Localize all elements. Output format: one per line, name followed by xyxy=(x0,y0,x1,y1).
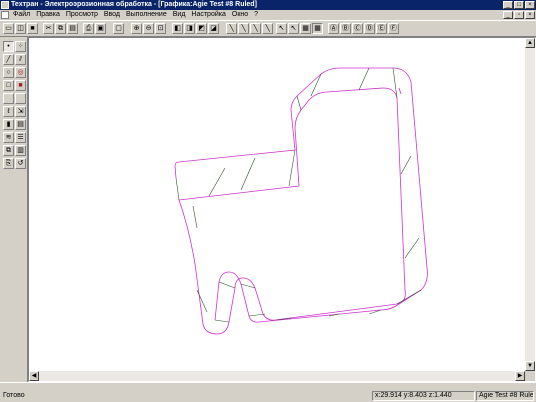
line-tool-1-icon[interactable]: ╲ xyxy=(226,23,237,34)
page-icon[interactable]: ▢ xyxy=(113,23,124,34)
doc-close-button[interactable]: × xyxy=(525,11,535,19)
copy-sheet-icon[interactable]: ⎘ xyxy=(3,158,14,169)
minimize-button[interactable]: _ xyxy=(503,1,513,9)
status-document: Agie Test #8 Ruled:65 xyxy=(476,391,534,401)
sheet-icon[interactable]: ▥ xyxy=(15,145,26,156)
close-button[interactable]: × xyxy=(525,1,535,9)
point-icon[interactable]: • xyxy=(3,41,14,52)
measure-icon[interactable]: ℓ xyxy=(3,106,14,117)
title-bar: Техтран - Электроэрозионная обработка - … xyxy=(0,0,536,10)
zoom-out-icon[interactable]: ⊖ xyxy=(143,23,154,34)
zoom-window-icon[interactable]: ⊡ xyxy=(155,23,166,34)
window-controls: _ □ × xyxy=(503,1,535,9)
document-system-icon[interactable] xyxy=(1,11,9,19)
properties-icon[interactable]: ☰ xyxy=(15,132,26,143)
zoom-in-icon[interactable]: ⊕ xyxy=(131,23,142,34)
menu-window[interactable]: Окно xyxy=(232,10,248,20)
upper-contour xyxy=(174,67,428,323)
layers-icon[interactable]: ≋ xyxy=(3,132,14,143)
menu-edit[interactable]: Правка xyxy=(36,10,60,20)
maximize-button[interactable]: □ xyxy=(514,1,524,9)
print-preview-icon[interactable]: ▣ xyxy=(95,23,106,34)
duplicate-icon[interactable]: ⧉ xyxy=(3,145,14,156)
menu-help[interactable]: ? xyxy=(254,10,258,20)
paste-icon[interactable]: ▤ xyxy=(67,23,78,34)
doc-minimize-button[interactable]: _ xyxy=(503,11,513,19)
cursor-icon[interactable]: ↖ xyxy=(276,23,287,34)
doc-restore-button[interactable]: ▫ xyxy=(514,11,524,19)
line-tool-2-icon[interactable]: ╲ xyxy=(238,23,249,34)
line-tool-3-icon[interactable]: ╲ xyxy=(250,23,261,34)
menu-file[interactable]: Файл xyxy=(13,10,30,20)
point-grid-icon[interactable]: ⁘ xyxy=(15,41,26,52)
menu-settings[interactable]: Настройка xyxy=(191,10,225,20)
main-toolbar: ▭ ◫ ■ ✂ ⧉ ▤ ⎙ ▣ ▢ ⊕ ⊖ ⊡ ◧ ◨ ◩ ◪ ╲ ╲ ╲ ╲ … xyxy=(0,20,536,37)
view-front-icon[interactable]: ◨ xyxy=(184,23,195,34)
toggle-e-icon[interactable]: Ⓔ xyxy=(376,23,387,34)
window-title: Техтран - Электроэрозионная обработка - … xyxy=(11,1,257,8)
scrollbar-corner xyxy=(525,371,535,381)
circle-icon[interactable]: ○ xyxy=(3,67,14,78)
graphics-viewport[interactable]: ▲ ▼ ◀ ▶ xyxy=(28,37,536,382)
blank-2-icon[interactable] xyxy=(15,93,26,104)
app-icon[interactable] xyxy=(1,1,9,9)
menu-run[interactable]: Выполнение xyxy=(126,10,167,20)
display-mode-icon[interactable]: ▦ xyxy=(300,23,311,34)
scroll-up-arrow[interactable]: ▲ xyxy=(525,38,535,48)
line-icon[interactable]: ╱ xyxy=(3,54,14,65)
vertical-scrollbar[interactable]: ▲ ▼ xyxy=(525,38,535,371)
blank-1-icon[interactable] xyxy=(3,93,14,104)
document-icon[interactable]: ▤ xyxy=(15,119,26,130)
cut-icon[interactable]: ✂ xyxy=(43,23,54,34)
line-tool-4-icon[interactable]: ╲ xyxy=(262,23,273,34)
menu-display[interactable]: Вид xyxy=(173,10,186,20)
toggle-a-icon[interactable]: Ⓐ xyxy=(328,23,339,34)
menu-input[interactable]: Ввод xyxy=(104,10,120,20)
filled-rectangle-icon[interactable]: ■ xyxy=(15,80,26,91)
scroll-left-arrow[interactable]: ◀ xyxy=(29,371,39,381)
new-file-icon[interactable]: ▭ xyxy=(3,23,14,34)
cursor-select-icon[interactable]: ↖ xyxy=(288,23,299,34)
column-icon[interactable]: ▮ xyxy=(3,119,14,130)
toggle-b-icon[interactable]: Ⓑ xyxy=(340,23,351,34)
view-iso-icon[interactable]: ◪ xyxy=(208,23,219,34)
concentric-circle-icon[interactable]: ◎ xyxy=(15,67,26,78)
status-coordinates: x:29.914 y:8.403 z:1.440 xyxy=(372,391,475,401)
toggle-c-icon[interactable]: Ⓒ xyxy=(352,23,363,34)
print-icon[interactable]: ⎙ xyxy=(83,23,94,34)
scroll-right-arrow[interactable]: ▶ xyxy=(515,371,525,381)
view-side-icon[interactable]: ◩ xyxy=(196,23,207,34)
status-bar: Готово x:29.914 y:8.403 z:1.440 Agie Tes… xyxy=(0,382,536,402)
open-file-icon[interactable]: ◫ xyxy=(15,23,26,34)
horizontal-scrollbar[interactable]: ◀ ▶ xyxy=(29,371,525,381)
ruled-surface-drawing xyxy=(174,67,428,335)
display-mode-active-icon[interactable]: ▦ xyxy=(312,23,323,34)
view-top-icon[interactable]: ◧ xyxy=(172,23,183,34)
toggle-f-icon[interactable]: Ⓕ xyxy=(388,23,399,34)
status-ready-text: Готово xyxy=(3,392,25,399)
save-icon[interactable]: ■ xyxy=(27,23,38,34)
ruling-lines xyxy=(175,67,422,323)
dimension-icon[interactable]: ⇲ xyxy=(15,106,26,117)
toggle-d-icon[interactable]: Ⓓ xyxy=(364,23,375,34)
left-toolbar: • ⁘ ╱ ⫽ ○ ◎ □ ■ ℓ ⇲ ▮ ▤ ≋ ☰ ⧉ ▥ ⎘ ↺ xyxy=(0,37,28,382)
copy-icon[interactable]: ⧉ xyxy=(55,23,66,34)
menu-bar: Файл Правка Просмотр Ввод Выполнение Вид… xyxy=(0,10,536,20)
undo-icon[interactable]: ↺ xyxy=(15,158,26,169)
parallel-lines-icon[interactable]: ⫽ xyxy=(15,54,26,65)
document-window-controls: _ ▫ × xyxy=(503,11,535,19)
menu-view[interactable]: Просмотр xyxy=(66,10,98,20)
rectangle-icon[interactable]: □ xyxy=(3,80,14,91)
scroll-down-arrow[interactable]: ▼ xyxy=(525,361,535,371)
